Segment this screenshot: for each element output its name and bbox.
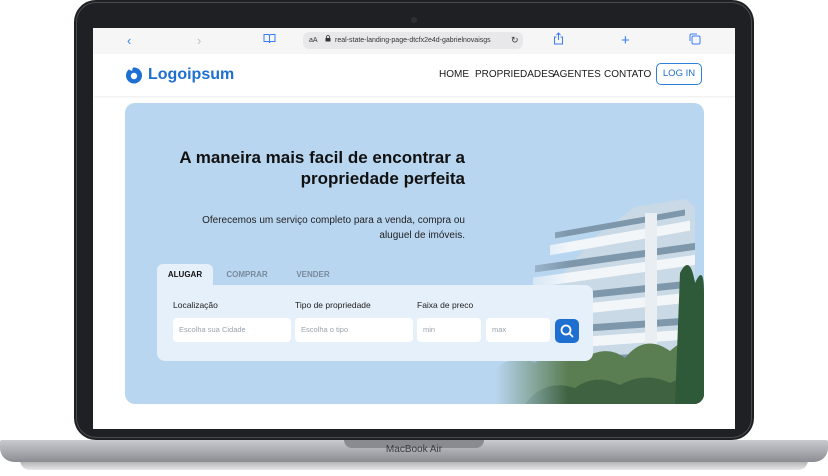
location-input[interactable]: Escolha sua Cidade [173,318,291,342]
search-icon [560,324,574,338]
chevron-left-icon[interactable]: ‹ [127,32,131,50]
chevron-right-icon[interactable]: › [197,32,201,50]
property-type-select[interactable]: Escolha o tipo [295,318,413,342]
browser-toolbar: ‹ › aA real-state-landing-page-dtcfx2e4d… [93,28,735,55]
hero-headline: A maneira mais facil de encontrar a prop… [125,147,465,189]
site-navbar: Logoipsum HOME PROPRIEDADES AGENTES CONT… [93,54,735,96]
tab-comprar[interactable]: COMPRAR [217,264,277,285]
url-text: real-state-landing-page-dtcfx2e4d-gabrie… [335,37,491,44]
nav-link-home[interactable]: HOME [439,69,469,81]
logo-icon[interactable] [125,66,143,84]
plus-icon[interactable]: + [621,32,630,50]
address-bar[interactable]: aA real-state-landing-page-dtcfx2e4d-gab… [303,32,523,49]
price-label: Faixa de preco [417,300,474,310]
location-label: Localização [173,300,218,310]
share-icon[interactable] [553,32,564,50]
device-label: MacBook Air [385,444,443,455]
tab-vender[interactable]: VENDER [283,264,343,285]
type-label: Tipo de propriedade [295,300,371,310]
tab-alugar[interactable]: ALUGAR [157,264,213,285]
nav-link-contato[interactable]: CONTATO [604,69,651,81]
search-form: Localização Tipo de propriedade Faixa de… [157,285,593,361]
headline-line-2: propriedade perfeita [300,169,465,188]
nav-link-propriedades[interactable]: PROPRIEDADES [475,69,554,81]
camera-icon [411,17,417,23]
price-min-input[interactable]: min [417,318,481,342]
tabs-icon[interactable] [689,32,701,50]
search-button[interactable] [555,319,579,343]
reload-icon[interactable]: ↻ [511,32,519,49]
hero-subtitle: Oferecemos um serviço completo para a ve… [165,213,465,243]
screen: ‹ › aA real-state-landing-page-dtcfx2e4d… [93,28,735,429]
hero-section: A maneira mais facil de encontrar a prop… [125,103,704,404]
price-max-input[interactable]: max [486,318,550,342]
book-icon[interactable] [263,32,276,50]
lock-icon [325,32,331,49]
subtitle-line-1: Oferecemos um serviço completo para a ve… [202,215,465,226]
headline-line-1: A maneira mais facil de encontrar a [179,148,465,167]
nav-link-agentes[interactable]: AGENTES [553,69,601,81]
reader-text-size[interactable]: aA [309,32,318,49]
subtitle-line-2: aluguel de imóveis. [379,230,465,241]
login-button[interactable]: LOG IN [656,63,702,85]
logo-text[interactable]: Logoipsum [148,66,234,84]
